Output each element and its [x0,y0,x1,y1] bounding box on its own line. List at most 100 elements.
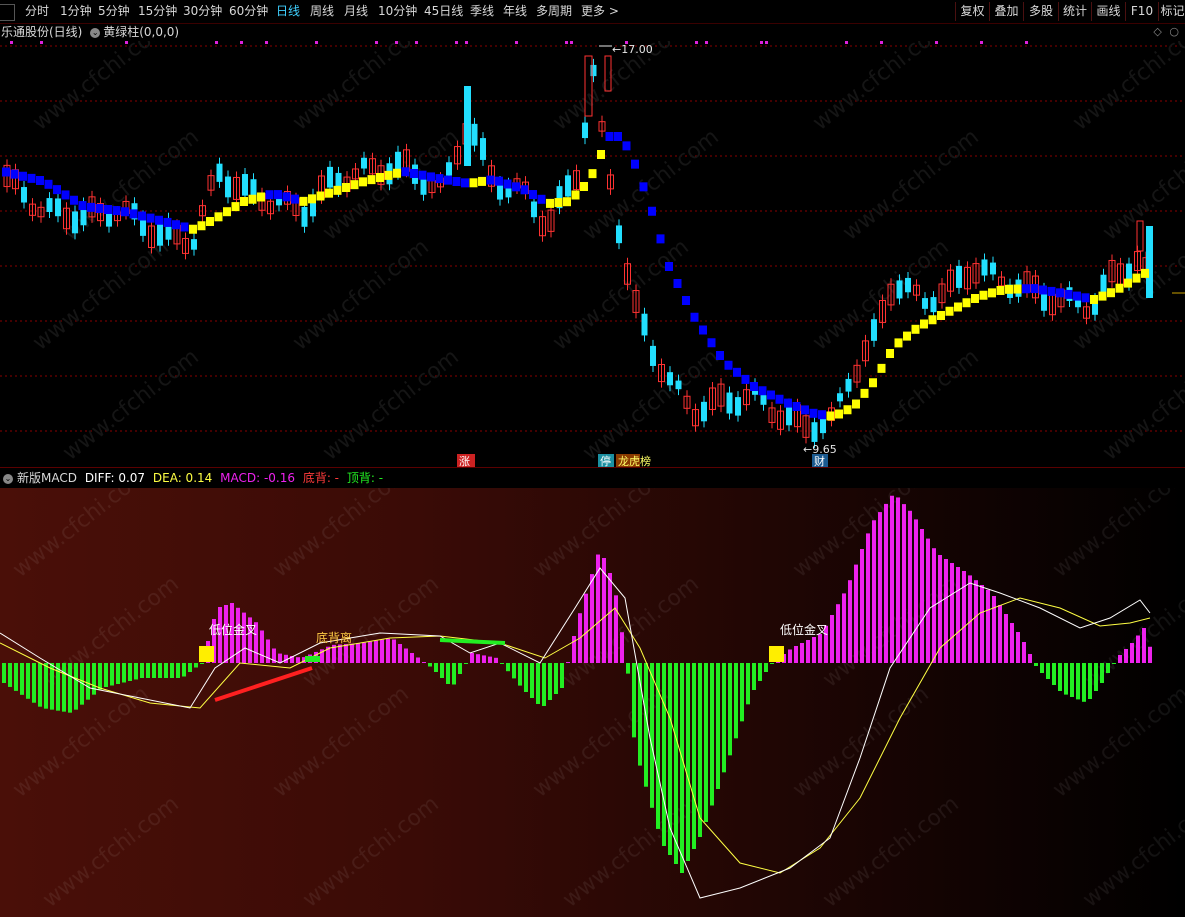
period-tab-more[interactable]: 更多 > [581,3,619,19]
ma-block [784,398,792,408]
candle-body [667,372,673,386]
macd-bar [992,596,996,663]
period-tab-daily[interactable]: 日线 [276,3,300,19]
multi-stock-button[interactable]: 多股 [1023,2,1058,21]
ma-block [316,191,325,201]
macd-bar [1064,663,1068,695]
ma-block [350,180,359,190]
watermark-text: www.cfchi.com [788,681,933,802]
watermark-text: www.cfchi.com [298,791,443,912]
macd-bar [14,663,18,691]
ma-block [197,221,206,231]
indicator-name[interactable]: 黄绿柱(0,0,0) [103,25,179,39]
ma-block [129,209,138,219]
ma-block [19,171,27,181]
ma-block [622,141,631,151]
ma-block [248,194,257,204]
candle-body [464,86,471,166]
macd-bar [482,655,486,663]
macd-header: ⌄ 新版MACD DIFF: 0.07 DEA: 0.14 MACD: -0.16… [0,467,1185,489]
ma-block [886,349,894,358]
watermark-text: www.cfchi.com [268,488,413,583]
watermark-text: www.cfchi.com [28,41,173,136]
macd-bar [440,663,444,678]
macd-bar [1106,663,1110,673]
ma-block [410,169,418,178]
candle-body [811,422,818,442]
macd-name[interactable]: 新版MACD [17,471,77,485]
ma-block [240,197,248,206]
ma-block [988,288,996,298]
macd-panel[interactable]: www.cfchi.com www.cfchi.com www.cfchi.com w… [0,488,1185,917]
candle-body [990,262,996,275]
period-tab-monthly[interactable]: 月线 [344,3,368,19]
period-tab-60min[interactable]: 60分钟 [229,3,268,19]
period-tab-fenshi[interactable]: 分时 [25,3,49,19]
macd-bar [260,630,264,663]
period-tab-10min[interactable]: 10分钟 [378,3,417,19]
period-tab-15min[interactable]: 15分钟 [138,3,177,19]
overlay-button[interactable]: 叠加 [989,2,1023,21]
indicator-dropdown-icon[interactable]: ⌄ [90,27,101,38]
fuquan-button[interactable]: 复权 [955,2,989,21]
period-tab-45day[interactable]: 45日线 [424,3,463,19]
macd-bar [734,663,738,739]
macd-bar [74,663,78,710]
macd-bar [722,663,726,773]
macd-bar [152,663,156,678]
macd-bar [842,593,846,663]
bottom-divergence-value: 底背: - [302,471,340,485]
macd-bar [560,663,564,688]
ma-block [1030,284,1039,294]
ma-block [486,175,495,185]
draw-line-button[interactable]: 画线 [1091,2,1125,21]
period-tab-multi[interactable]: 多周期 [536,3,572,19]
macd-bar [764,663,768,672]
candlestick-chart[interactable]: www.cfchi.com www.cfchi.com www.cfchi.com w… [0,14,1185,468]
period-tab-quarterly[interactable]: 季线 [470,3,494,19]
macd-bar [344,644,348,663]
ma-block [172,220,180,230]
ma-block [1132,273,1141,283]
ma-block [1081,293,1090,303]
ma-block [792,402,801,411]
candle-body [701,401,707,422]
ma-block [741,374,750,384]
watermark-text: www.cfchi.com [1078,791,1185,912]
macd-bar [194,663,198,668]
statistics-button[interactable]: 统计 [1058,2,1091,21]
diamond-icon[interactable]: ◇ [1153,25,1161,38]
period-tab-30min[interactable]: 30分钟 [183,3,222,19]
candle-body [216,163,223,182]
macd-bar [1004,614,1008,663]
ma-block [231,202,240,212]
ma-block [435,174,444,184]
ma-block [818,410,826,420]
period-tab-5min[interactable]: 5分钟 [98,3,130,19]
ma-block [325,188,333,198]
macd-bar [1136,635,1140,663]
macd-bar [950,563,954,663]
signal-dot [455,41,458,44]
ma-block [495,176,503,186]
macd-bar [506,663,510,672]
signal-dot [570,41,573,44]
ma-block [835,409,843,419]
macd-bar [1088,663,1092,699]
candle-body [191,239,197,250]
watermark-text: www.cfchi.com [578,124,723,245]
ma-block [767,390,775,400]
macd-dropdown-icon[interactable]: ⌄ [3,473,13,484]
toolbar-collapse-handle[interactable] [0,4,15,21]
f10-button[interactable]: F10 [1125,2,1158,21]
period-tab-yearly[interactable]: 年线 [503,3,527,19]
ma-block [367,175,376,185]
mark-button[interactable]: 标记 [1158,2,1185,21]
macd-bar [122,663,126,683]
circle-icon[interactable]: ○ [1169,25,1179,38]
macd-bar [1100,663,1104,683]
ma-block [1039,285,1047,295]
period-tab-weekly[interactable]: 周线 [310,3,334,19]
golden-cross-marker [199,646,214,662]
period-tab-1min[interactable]: 1分钟 [60,3,92,19]
